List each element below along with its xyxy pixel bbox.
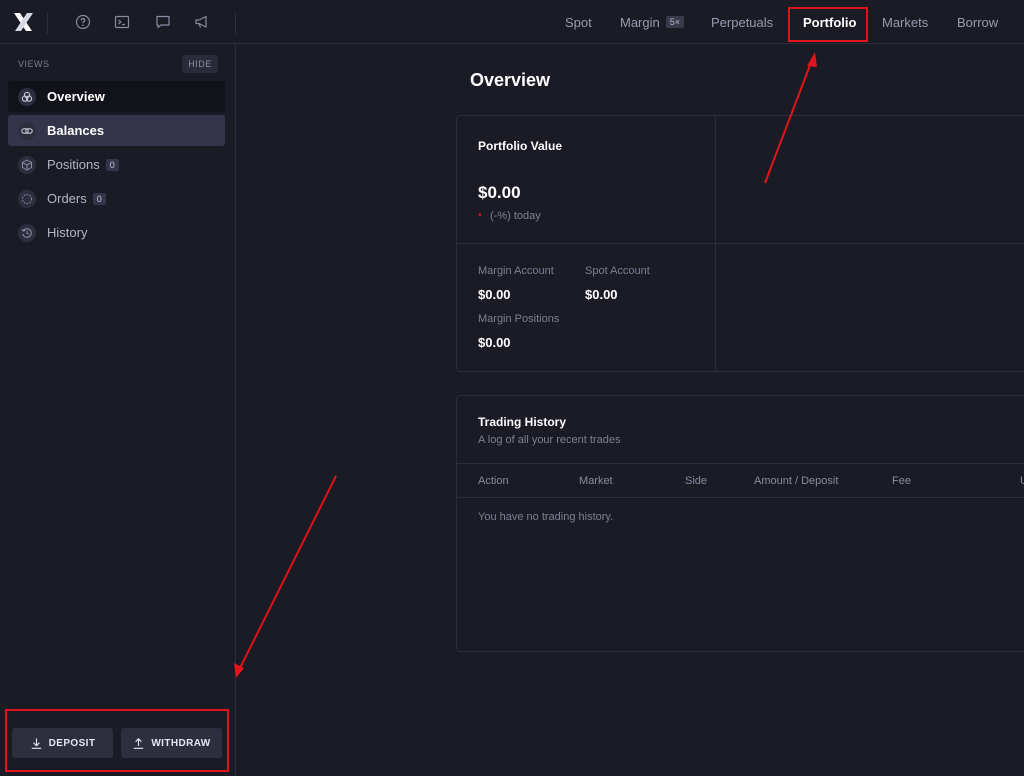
sidebar: VIEWS HIDE Overview Balances Positions 0… <box>0 44 236 776</box>
dydx-logo[interactable] <box>12 10 34 34</box>
hide-sidebar-button[interactable]: HIDE <box>182 55 218 73</box>
nav-margin[interactable]: Margin 5× <box>620 0 685 44</box>
portfolio-value-card: Portfolio Value $0.00 • (-%) today Margi… <box>456 115 1024 372</box>
withdraw-label: WITHDRAW <box>151 737 211 749</box>
column-header-side[interactable]: Side <box>685 475 707 487</box>
sidebar-item-history[interactable]: History <box>8 217 225 248</box>
megaphone-icon[interactable] <box>194 14 210 30</box>
positions-icon <box>18 155 36 174</box>
sidebar-item-orders[interactable]: Orders 0 <box>8 183 225 214</box>
margin-account-value: $0.00 <box>478 287 511 302</box>
arrow-to-deposit <box>238 475 337 671</box>
nav-spot[interactable]: Spot <box>565 0 592 44</box>
sidebar-item-overview[interactable]: Overview <box>8 81 225 112</box>
views-heading: VIEWS <box>18 59 50 69</box>
nav-borrow-label: Borrow <box>957 14 999 30</box>
portfolio-value-amount: $0.00 <box>478 183 521 202</box>
nav-margin-label: Margin <box>620 14 660 30</box>
nav-borrow[interactable]: Borrow <box>957 0 998 44</box>
leverage-badge: 5× <box>665 16 685 28</box>
history-icon <box>18 223 36 242</box>
page-title: Overview <box>470 70 551 90</box>
withdraw-button[interactable]: WITHDRAW <box>121 728 222 758</box>
chat-icon[interactable] <box>155 14 171 30</box>
help-circle-icon[interactable] <box>75 14 91 30</box>
change-indicator-dot: • <box>478 210 482 221</box>
trading-history-subtitle: A log of all your recent trades <box>478 434 621 446</box>
nav-markets-label: Markets <box>882 14 929 30</box>
sidebar-item-balances[interactable]: Balances <box>8 115 225 146</box>
arrowhead-portfolio <box>807 52 817 67</box>
divider <box>457 497 1024 498</box>
column-header-fee[interactable]: Fee <box>892 475 911 487</box>
column-header-amount[interactable]: Amount / Deposit <box>754 475 838 487</box>
empty-history-message: You have no trading history. <box>478 511 614 523</box>
orders-count-badge: 0 <box>92 192 106 205</box>
margin-account-label: Margin Account <box>478 265 554 277</box>
portfolio-value-title: Portfolio Value <box>478 139 563 153</box>
column-header-action[interactable]: Action <box>478 475 509 487</box>
top-bar: Spot Margin 5× Perpetuals Portfolio Mark… <box>0 0 1024 44</box>
positions-count-badge: 0 <box>105 158 119 171</box>
balances-icon <box>18 121 36 140</box>
download-icon <box>31 738 41 749</box>
divider <box>235 12 236 34</box>
sidebar-item-label: Balances <box>47 123 105 138</box>
column-header-market[interactable]: Market <box>579 475 613 487</box>
nav-spot-label: Spot <box>565 14 592 30</box>
column-header-truncated[interactable]: U <box>1020 475 1024 487</box>
overview-icon <box>18 87 36 106</box>
nav-portfolio-label: Portfolio <box>803 14 857 30</box>
divider <box>457 463 1024 464</box>
upload-icon <box>134 737 144 749</box>
terminal-icon[interactable] <box>114 14 130 30</box>
sidebar-item-label: Orders <box>47 191 87 206</box>
trading-history-title: Trading History <box>478 415 567 429</box>
sidebar-item-label: Overview <box>47 89 105 104</box>
divider <box>47 12 48 34</box>
deposit-button[interactable]: DEPOSIT <box>12 728 113 758</box>
spot-account-label: Spot Account <box>585 265 650 277</box>
sidebar-item-label: Positions <box>47 157 100 172</box>
nav-portfolio[interactable]: Portfolio <box>803 0 856 44</box>
portfolio-change: (-%) today <box>490 210 541 222</box>
spot-account-value: $0.00 <box>585 287 618 302</box>
nav-perpetuals-label: Perpetuals <box>711 14 774 30</box>
trading-history-card: Trading History A log of all your recent… <box>456 395 1024 652</box>
deposit-label: DEPOSIT <box>48 737 96 749</box>
orders-icon <box>18 189 36 208</box>
divider <box>457 243 1024 244</box>
nav-perpetuals[interactable]: Perpetuals <box>711 0 773 44</box>
nav-markets[interactable]: Markets <box>882 0 928 44</box>
margin-positions-value: $0.00 <box>478 335 511 350</box>
sidebar-item-positions[interactable]: Positions 0 <box>8 149 225 180</box>
margin-positions-label: Margin Positions <box>478 313 560 325</box>
sidebar-item-label: History <box>47 225 88 240</box>
